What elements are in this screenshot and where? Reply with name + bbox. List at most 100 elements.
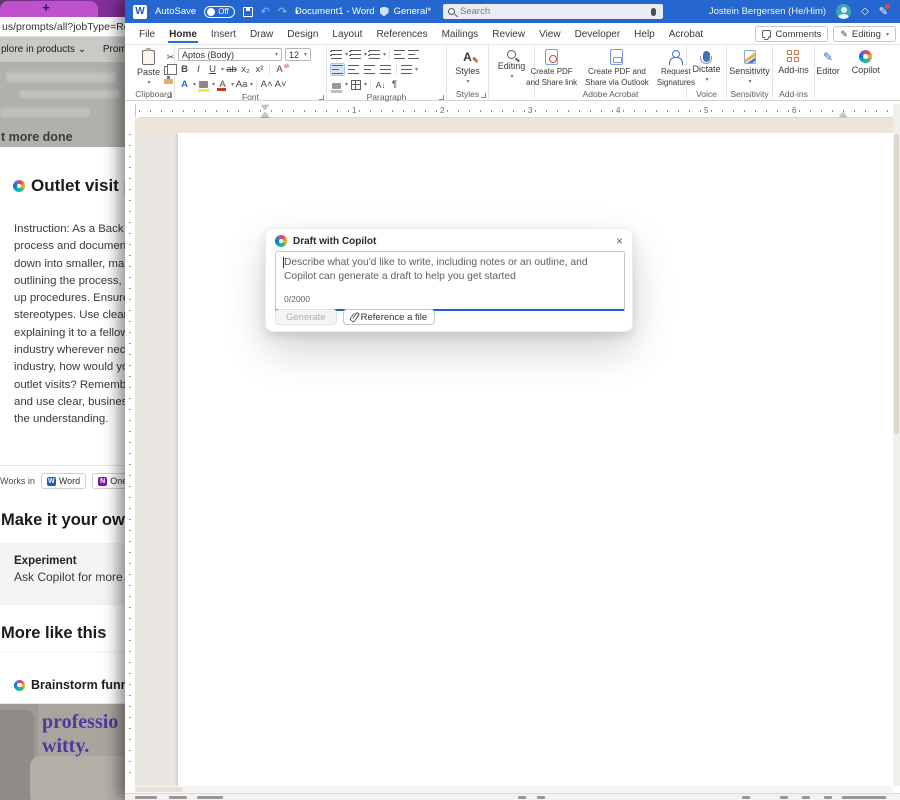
draft-input[interactable] <box>284 256 618 290</box>
bold-button[interactable]: B <box>178 63 191 76</box>
tab-references[interactable]: References <box>375 25 428 43</box>
subscript-button[interactable]: x₂ <box>239 63 252 76</box>
text-effects-button[interactable]: A <box>178 78 191 91</box>
superscript-button[interactable]: x² <box>253 63 266 76</box>
clipboard-dialog-launcher[interactable] <box>167 93 172 98</box>
show-formatting-button[interactable]: ¶ <box>388 78 401 91</box>
reference-file-button[interactable]: Reference a file <box>343 309 436 325</box>
shading-icon[interactable] <box>332 83 341 89</box>
align-center-button[interactable] <box>346 63 361 76</box>
align-left-button[interactable] <box>330 63 345 76</box>
underline-button[interactable]: U <box>206 63 219 76</box>
create-pdf-outlook-button[interactable]: Create PDF and Share via Outlook <box>582 47 652 89</box>
styles-button[interactable]: A Styles ▾ <box>451 47 484 89</box>
redo-icon[interactable]: ↷ <box>278 5 287 18</box>
word-app-icon[interactable]: W <box>133 5 147 19</box>
more-like-this-card[interactable]: Brainstorm funny nar <box>0 653 132 703</box>
view-read-mode-icon[interactable] <box>742 796 750 799</box>
status-center-icon2[interactable] <box>537 796 545 799</box>
works-in-word-badge[interactable]: W Word <box>41 473 86 489</box>
tab-view[interactable]: View <box>538 25 562 43</box>
format-painter-icon[interactable] <box>164 79 173 84</box>
bullet-list-icon[interactable] <box>331 50 342 59</box>
font-dialog-launcher[interactable] <box>319 95 324 100</box>
justify-button[interactable] <box>378 63 393 76</box>
view-focus-icon[interactable] <box>824 796 832 799</box>
dictate-button[interactable]: Dictate ▾ <box>688 47 724 89</box>
scrollbar-thumb[interactable] <box>894 134 899 434</box>
copilot-button[interactable]: Copilot <box>848 47 884 89</box>
styles-dialog-launcher[interactable] <box>481 93 486 98</box>
zoom-slider[interactable] <box>842 796 886 799</box>
tab-insert[interactable]: Insert <box>210 25 237 43</box>
experiment-card[interactable]: Experiment Ask Copilot for more ex <box>0 543 134 605</box>
search-mic-icon[interactable] <box>651 8 656 16</box>
status-page-indicator[interactable] <box>135 796 157 799</box>
font-name-combo[interactable]: Aptos (Body)▾ <box>178 48 282 61</box>
copy-icon[interactable] <box>164 66 172 75</box>
diamond-icon[interactable]: ◇ <box>861 6 869 17</box>
multilevel-list-icon[interactable] <box>369 50 380 59</box>
sensitivity-button[interactable]: Sensitivity ▾ <box>725 47 774 89</box>
close-icon[interactable]: × <box>616 235 623 247</box>
search-input[interactable] <box>460 6 646 17</box>
sort-button[interactable]: A↓ <box>374 78 387 91</box>
undo-icon[interactable]: ↶ <box>261 5 270 18</box>
tab-layout[interactable]: Layout <box>331 25 363 43</box>
tab-design[interactable]: Design <box>286 25 319 43</box>
clear-formatting-button[interactable]: A <box>273 63 286 76</box>
status-language[interactable] <box>197 796 223 799</box>
status-wordcount[interactable] <box>169 796 187 799</box>
editing-mode-button[interactable]: ✎Editing▾ <box>833 26 896 42</box>
vertical-scrollbar[interactable] <box>893 104 900 786</box>
line-spacing-icon[interactable] <box>401 65 412 74</box>
explore-in-products-dropdown[interactable]: plore in products ⌄ <box>1 44 86 55</box>
search-box[interactable] <box>443 4 663 19</box>
browser-address-bar[interactable]: us/prompts/all?jobType=Retail <box>0 17 134 37</box>
italic-button[interactable]: I <box>192 63 205 76</box>
shrink-font-button[interactable]: A˅ <box>274 78 287 91</box>
status-center-icon[interactable] <box>518 796 526 799</box>
tab-acrobat[interactable]: Acrobat <box>668 25 704 43</box>
numbered-list-icon[interactable] <box>350 50 361 59</box>
tab-home[interactable]: Home <box>168 25 198 43</box>
comments-button[interactable]: Comments <box>755 26 828 42</box>
sensitivity-label[interactable]: General* <box>394 6 432 17</box>
font-size-combo[interactable]: 12▾ <box>285 48 311 61</box>
paste-button[interactable]: Paste ▾ <box>133 47 164 89</box>
save-icon[interactable] <box>243 7 253 17</box>
right-indent-marker[interactable] <box>839 112 847 117</box>
autosave-toggle[interactable]: Off <box>204 6 235 18</box>
scrollbar-thumb[interactable] <box>135 787 183 792</box>
decrease-indent-icon[interactable] <box>394 50 405 59</box>
strikethrough-button[interactable]: ab <box>225 63 238 76</box>
new-tab-icon[interactable]: + <box>38 0 54 16</box>
tab-draw[interactable]: Draw <box>249 25 274 43</box>
create-pdf-share-link-button[interactable]: Create PDF and Share link <box>523 47 580 89</box>
hanging-indent-marker[interactable] <box>261 112 269 117</box>
paragraph-dialog-launcher[interactable] <box>439 95 444 100</box>
increase-indent-icon[interactable] <box>408 50 419 59</box>
grow-font-button[interactable]: A˄ <box>260 78 273 91</box>
styles-group: A Styles ▾ Styles <box>447 45 489 101</box>
font-color-button[interactable]: A <box>216 78 229 91</box>
addins-button[interactable]: Add-ins <box>774 47 813 89</box>
tab-file[interactable]: File <box>138 25 156 43</box>
whats-new-pen-icon[interactable]: ✎ <box>879 5 888 18</box>
avatar[interactable] <box>836 4 851 19</box>
tab-review[interactable]: Review <box>491 25 526 43</box>
hero-image: t more done <box>0 62 134 147</box>
generate-button[interactable]: Generate <box>275 309 337 325</box>
tab-developer[interactable]: Developer <box>574 25 622 43</box>
view-web-layout-icon[interactable] <box>802 796 810 799</box>
change-case-button[interactable]: Aa <box>235 78 248 91</box>
horizontal-scrollbar[interactable] <box>135 786 893 793</box>
borders-icon[interactable] <box>351 80 361 90</box>
align-right-button[interactable] <box>362 63 377 76</box>
first-line-indent-marker[interactable] <box>261 105 269 110</box>
highlight-button[interactable] <box>199 81 208 88</box>
tab-mailings[interactable]: Mailings <box>441 25 480 43</box>
view-print-layout-icon[interactable] <box>780 796 788 799</box>
editor-button[interactable]: ✎ Editor <box>812 47 844 89</box>
tab-help[interactable]: Help <box>633 25 656 43</box>
